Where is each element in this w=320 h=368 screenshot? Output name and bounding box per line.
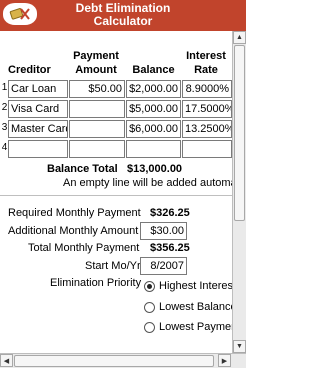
horizontal-scroll-thumb[interactable] xyxy=(14,355,214,367)
balance-total-label: Balance Total xyxy=(47,163,118,175)
additional-amount-input[interactable]: $30.00 xyxy=(140,222,187,240)
creditor-header: Creditor xyxy=(8,64,51,76)
creditor-input[interactable]: Master Card xyxy=(8,120,68,138)
balance-input[interactable]: $6,000.00 xyxy=(126,120,181,138)
total-payment-label: Total Monthly Payment xyxy=(28,242,140,254)
balance-total-value: $13,000.00 xyxy=(127,163,183,175)
rate-input[interactable]: 17.5000% xyxy=(182,100,232,118)
row-number: 3 xyxy=(1,122,8,133)
radio-highest-interest[interactable] xyxy=(144,281,155,292)
balance-input[interactable] xyxy=(126,140,181,158)
empty-line-note: An empty line will be added automa xyxy=(63,177,232,189)
balance-header: Balance xyxy=(132,64,175,76)
radio-lowest-balance-label[interactable]: Lowest Balance xyxy=(159,301,232,313)
payment-input[interactable] xyxy=(69,120,125,138)
radio-highest-interest-label[interactable]: Highest Interest xyxy=(159,280,232,292)
elimination-priority-label: Elimination Priority xyxy=(50,277,142,289)
horizontal-scrollbar[interactable]: ◀ ▶ xyxy=(0,353,246,368)
start-date-input[interactable]: 8/2007 xyxy=(140,257,187,275)
balance-input[interactable]: $5,000.00 xyxy=(126,100,181,118)
required-payment-value: $326.25 xyxy=(150,207,190,219)
balance-input[interactable]: $2,000.00 xyxy=(126,80,181,98)
app-logo-icon xyxy=(3,3,37,25)
main-panel: Creditor Payment Amount Balance Interest… xyxy=(0,31,232,353)
section-divider xyxy=(0,195,232,196)
start-date-label: Start Mo/Yr xyxy=(85,260,141,272)
row-number: 4 xyxy=(1,142,8,153)
payment-header-line1: Payment xyxy=(73,50,119,62)
row-number: 2 xyxy=(1,102,8,113)
page-title-line2: Calculator xyxy=(93,14,153,28)
rate-header-line2: Rate xyxy=(194,64,218,76)
payment-input[interactable] xyxy=(69,140,125,158)
title-bar: Debt Elimination Calculator xyxy=(0,0,246,31)
payment-header-line2: Amount xyxy=(75,64,117,76)
row-number: 1 xyxy=(1,82,8,93)
payment-input[interactable]: $50.00 xyxy=(69,80,125,98)
vertical-scrollbar[interactable]: ▲ ▼ xyxy=(232,31,246,353)
rate-input[interactable]: 13.2500% xyxy=(182,120,232,138)
radio-lowest-balance[interactable] xyxy=(144,302,155,313)
creditor-input[interactable]: Visa Card xyxy=(8,100,68,118)
vertical-scroll-thumb[interactable] xyxy=(234,45,245,221)
rate-input[interactable]: 8.9000% xyxy=(182,80,232,98)
required-payment-label: Required Monthly Payment xyxy=(8,207,141,219)
scroll-down-icon[interactable]: ▼ xyxy=(233,340,246,353)
creditor-input[interactable]: Car Loan xyxy=(8,80,68,98)
total-payment-value: $356.25 xyxy=(150,242,190,254)
rate-input[interactable] xyxy=(182,140,232,158)
scroll-left-icon[interactable]: ◀ xyxy=(0,354,13,367)
payment-input[interactable] xyxy=(69,100,125,118)
scroll-up-icon[interactable]: ▲ xyxy=(233,31,246,44)
additional-amount-label: Additional Monthly Amount xyxy=(8,225,139,237)
rate-header-line1: Interest xyxy=(186,50,226,62)
radio-lowest-payment[interactable] xyxy=(144,322,155,333)
creditor-input[interactable] xyxy=(8,140,68,158)
radio-lowest-payment-label[interactable]: Lowest Payment xyxy=(159,321,232,333)
scroll-right-icon[interactable]: ▶ xyxy=(218,354,231,367)
